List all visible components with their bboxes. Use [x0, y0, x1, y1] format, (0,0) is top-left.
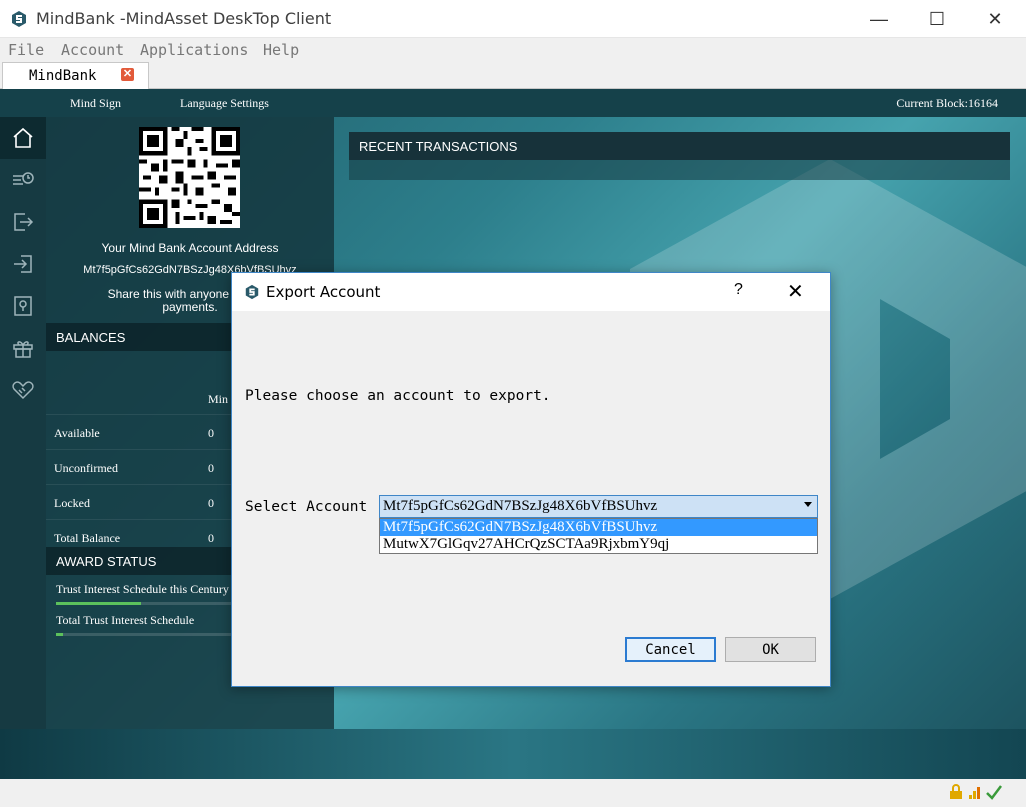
- send-icon[interactable]: [0, 201, 46, 243]
- menu-account-label: Account: [61, 41, 125, 59]
- top-nav: Mind Sign Language Settings Current Bloc…: [0, 89, 1026, 117]
- qr-code: [139, 127, 240, 228]
- account-select[interactable]: Mt7f5pGfCs62GdN7BSzJg48X6bVfBSUhvz: [379, 495, 818, 518]
- menu-applications[interactable]: Applications: [140, 41, 248, 59]
- home-icon[interactable]: [0, 117, 46, 159]
- menu-bar: File Account Applications Help: [0, 38, 1026, 62]
- status-bar: [0, 779, 1026, 807]
- help-button[interactable]: ?: [734, 281, 743, 299]
- tab-bar: MindBank ✕: [0, 62, 1026, 90]
- balance-value: 0: [208, 531, 214, 545]
- balance-label: Total Balance: [54, 531, 121, 545]
- balance-label: Locked: [54, 496, 90, 510]
- lock-icon: [948, 783, 964, 801]
- menu-help[interactable]: Help: [263, 41, 299, 59]
- nav-language-settings[interactable]: Language Settings: [180, 96, 269, 111]
- menu-file[interactable]: File: [8, 41, 44, 59]
- dialog-prompt: Please choose an account to export.: [245, 388, 551, 404]
- award-progress-bar: [56, 602, 236, 605]
- dialog-close-button[interactable]: ✕: [787, 279, 804, 304]
- receive-icon[interactable]: [0, 243, 46, 285]
- tab-label: MindBank: [29, 68, 97, 84]
- balances-column-header: Min: [208, 392, 229, 406]
- balance-value: 0: [208, 426, 214, 440]
- menu-help-label: Help: [263, 41, 300, 59]
- award-item-label: Total Trust Interest Schedule: [56, 613, 195, 627]
- export-account-dialog: Export Account ? ✕ Please choose an acco…: [231, 272, 831, 687]
- award-item-label: Trust Interest Schedule this Century: [56, 582, 229, 596]
- account-dropdown-list: Mt7f5pGfCs62GdN7BSzJg48X6bVfBSUhvz MutwX…: [379, 518, 818, 554]
- current-block: Current Block:16164: [896, 96, 998, 110]
- tab-close-icon[interactable]: ✕: [121, 68, 134, 81]
- menu-applications-label: Applications: [140, 41, 249, 59]
- award-progress-fill: [56, 602, 141, 605]
- balance-label: Available: [54, 426, 100, 440]
- transfer-time-icon[interactable]: [0, 159, 46, 201]
- window-titlebar: MindBank -MindAsset DeskTop Client — ☐ ✕: [0, 0, 1026, 38]
- balance-value: 0: [208, 496, 214, 510]
- recent-transactions-header: RECENT TRANSACTIONS: [349, 132, 1010, 160]
- menu-file-label: File: [8, 41, 45, 59]
- app-logo-icon: [245, 284, 259, 300]
- close-window-button[interactable]: ✕: [966, 0, 1024, 38]
- nav-mind-sign[interactable]: Mind Sign: [70, 96, 121, 111]
- status-icons: [948, 783, 1002, 801]
- tab-mindbank[interactable]: MindBank ✕: [2, 62, 149, 90]
- app-footer-band: [0, 729, 1026, 779]
- account-option[interactable]: Mt7f5pGfCs62GdN7BSzJg48X6bVfBSUhvz: [380, 519, 817, 536]
- gift-icon[interactable]: [0, 327, 46, 369]
- synced-check-icon: [986, 783, 1002, 801]
- chevron-down-icon[interactable]: [804, 502, 812, 507]
- dialog-title: Export Account: [266, 283, 381, 301]
- minimize-button[interactable]: —: [850, 0, 908, 38]
- award-progress-bar: [56, 633, 236, 636]
- dialog-titlebar: Export Account ? ✕: [232, 273, 830, 311]
- menu-account[interactable]: Account: [61, 41, 124, 59]
- signal-bars-icon: [967, 783, 983, 801]
- location-icon[interactable]: [0, 285, 46, 327]
- icon-sidebar: [0, 117, 46, 737]
- heart-handshake-icon[interactable]: [0, 369, 46, 411]
- select-account-label: Select Account: [245, 499, 368, 515]
- maximize-button[interactable]: ☐: [908, 0, 966, 38]
- recent-transactions-list: [349, 160, 1010, 180]
- balance-label: Unconfirmed: [54, 461, 118, 475]
- ok-button[interactable]: OK: [725, 637, 816, 662]
- award-progress-fill: [56, 633, 64, 636]
- balance-value: 0: [208, 461, 214, 475]
- address-title: Your Mind Bank Account Address: [101, 241, 279, 255]
- account-select-value: Mt7f5pGfCs62GdN7BSzJg48X6bVfBSUhvz: [383, 498, 658, 514]
- app-logo-icon: [12, 11, 26, 27]
- window-title: MindBank -MindAsset DeskTop Client: [36, 9, 332, 28]
- cancel-button[interactable]: Cancel: [625, 637, 716, 662]
- account-option[interactable]: MutwX7GlGqv27AHCrQzSCTAa9RjxbmY9qj: [380, 536, 817, 553]
